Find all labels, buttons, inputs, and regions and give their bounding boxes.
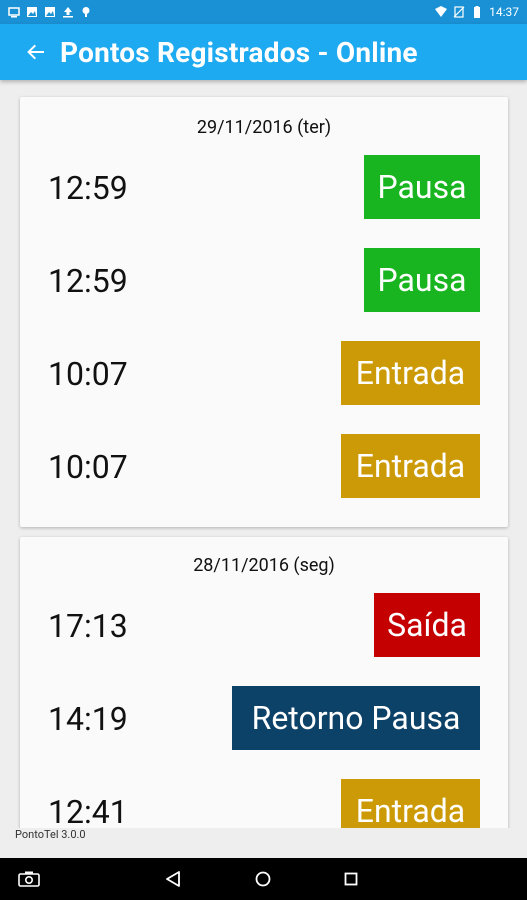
image-icon bbox=[26, 6, 38, 18]
location-icon bbox=[80, 6, 92, 18]
day-date: 28/11/2016 (seg) bbox=[193, 555, 335, 576]
clock: 14:37 bbox=[489, 5, 519, 19]
system-icons: 14:37 bbox=[435, 5, 519, 19]
upload-icon bbox=[62, 6, 74, 18]
day-card: 29/11/2016 (ter) 12:59 Pausa 12:59 Pausa… bbox=[20, 97, 508, 527]
battery-icon bbox=[471, 6, 483, 18]
entry-time: 12:41 bbox=[48, 793, 128, 828]
camera-icon bbox=[18, 871, 40, 887]
entry-time: 10:07 bbox=[48, 355, 128, 393]
image-icon bbox=[44, 6, 56, 18]
triangle-back-icon bbox=[166, 871, 180, 887]
entry-time: 17:13 bbox=[48, 607, 128, 645]
screenshot-button[interactable] bbox=[16, 866, 42, 892]
app-bar: Pontos Registrados - Online bbox=[0, 24, 527, 80]
entry-time: 14:19 bbox=[48, 700, 128, 738]
back-button[interactable] bbox=[18, 34, 54, 70]
entry-type-badge[interactable]: Entrada bbox=[341, 434, 480, 498]
entry-type-badge[interactable]: Saída bbox=[374, 593, 480, 657]
home-button[interactable] bbox=[250, 866, 276, 892]
circle-home-icon bbox=[255, 871, 271, 887]
notification-icons bbox=[8, 6, 92, 18]
screen-icon bbox=[8, 6, 20, 18]
records-list[interactable]: 29/11/2016 (ter) 12:59 Pausa 12:59 Pausa… bbox=[0, 80, 527, 828]
status-bar: 14:37 bbox=[0, 0, 527, 24]
day-card: 28/11/2016 (seg) 17:13 Saída 14:19 Retor… bbox=[20, 537, 508, 828]
navigation-bar bbox=[0, 858, 527, 900]
back-nav-button[interactable] bbox=[160, 866, 186, 892]
wifi-icon bbox=[435, 6, 448, 18]
entry-type-badge[interactable]: Pausa bbox=[364, 248, 480, 312]
entry-type-badge[interactable]: Pausa bbox=[364, 155, 480, 219]
recents-button[interactable] bbox=[338, 866, 364, 892]
entry-type-badge[interactable]: Entrada bbox=[341, 341, 480, 405]
entry-time: 12:59 bbox=[48, 262, 128, 300]
entry-time: 12:59 bbox=[48, 169, 128, 207]
entry-type-badge[interactable]: Retorno Pausa bbox=[232, 686, 480, 750]
app-version: PontoTel 3.0.0 bbox=[15, 828, 86, 841]
arrow-back-icon bbox=[27, 44, 44, 60]
entry-time: 10:07 bbox=[48, 448, 128, 486]
entry-type-badge[interactable]: Entrada bbox=[341, 779, 480, 828]
square-recents-icon bbox=[344, 872, 358, 886]
day-date: 29/11/2016 (ter) bbox=[196, 117, 332, 138]
page-title: Pontos Registrados - Online bbox=[60, 35, 418, 69]
no-signal-icon bbox=[453, 6, 465, 18]
